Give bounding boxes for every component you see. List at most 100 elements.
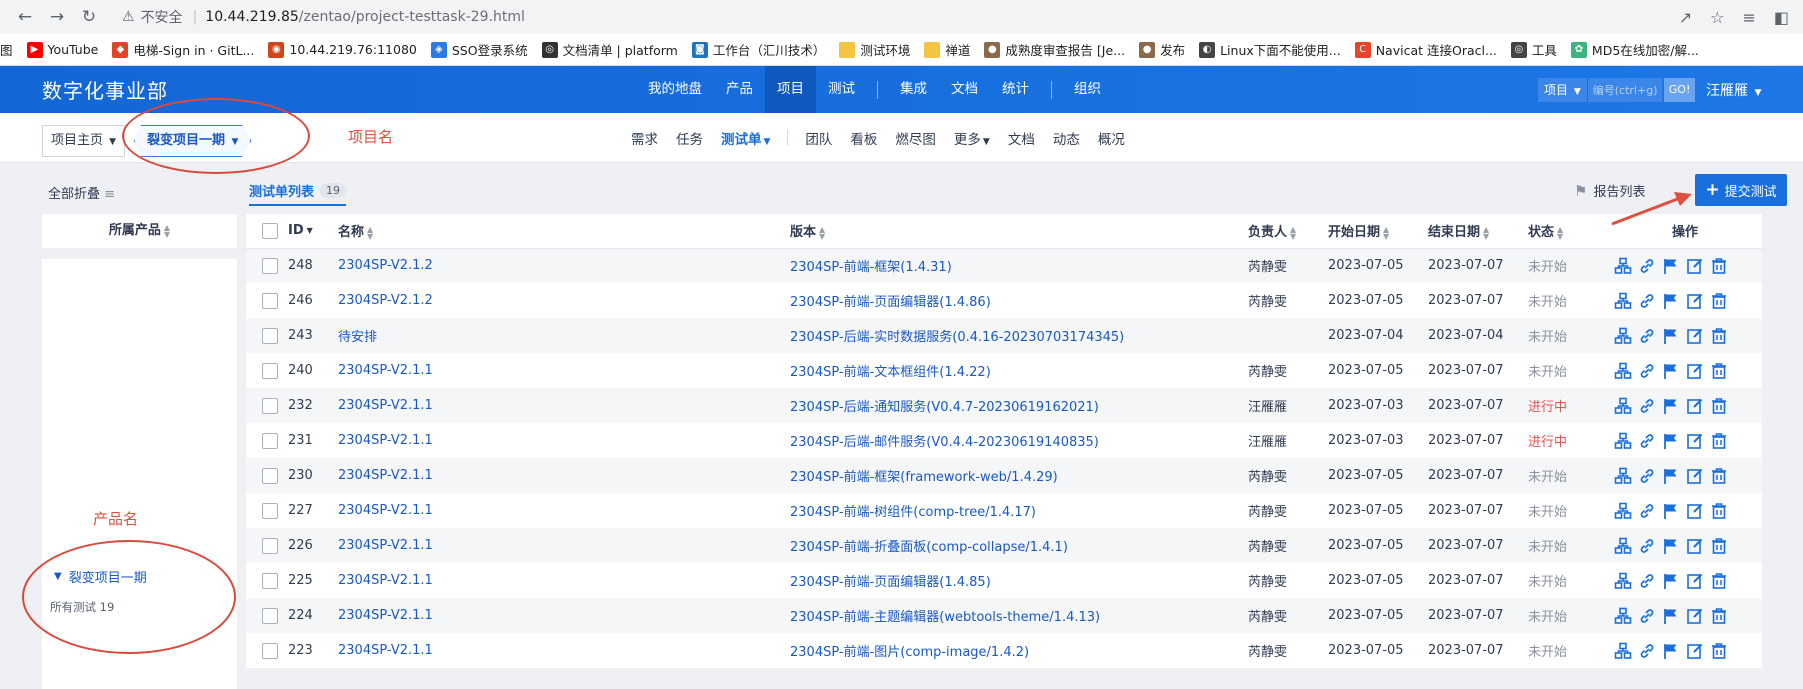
user-menu[interactable]: 汪雁雁 ▼: [1706, 80, 1761, 100]
link-icon[interactable]: [1638, 397, 1656, 415]
testtask-name-link[interactable]: 2304SP-V2.1.1: [338, 608, 433, 623]
reading-list-icon[interactable]: ≡: [1742, 8, 1755, 27]
flag-icon[interactable]: [1662, 572, 1680, 590]
tree-icon[interactable]: [1614, 607, 1632, 625]
bookmark-item[interactable]: ◈ SSO登录系统: [430, 40, 528, 59]
sidebar-header[interactable]: 所属产品 ▲ ▼: [42, 214, 237, 248]
build-version-link[interactable]: 2304SP-前端-文本框组件(1.4.22): [790, 365, 991, 380]
build-version-link[interactable]: 2304SP-前端-树组件(comp-tree/1.4.17): [790, 505, 1036, 520]
table-row[interactable]: 248 2304SP-V2.1.2 2304SP-前端-框架(1.4.31) 芮静雯 2…: [246, 248, 1762, 283]
build-version-link[interactable]: 2304SP-后端-通知服务(V0.4.7-20230619162021): [790, 400, 1099, 415]
flag-icon[interactable]: [1662, 327, 1680, 345]
bookmark-item[interactable]: ◐ Linux下面不能使用...: [1199, 40, 1341, 59]
flag-icon[interactable]: [1662, 432, 1680, 450]
edit-icon[interactable]: [1686, 292, 1704, 310]
project-home-dropdown[interactable]: 项目主页 ▼: [42, 125, 126, 157]
reload-icon[interactable]: ↻: [76, 4, 102, 30]
project-nav-item[interactable]: 燃尽图: [886, 128, 945, 148]
project-nav-item[interactable]: 文档: [999, 128, 1044, 148]
bookmark-item[interactable]: 测试环境: [839, 40, 910, 59]
sidebar-icon[interactable]: ◧: [1774, 8, 1789, 27]
link-icon[interactable]: [1638, 502, 1656, 520]
link-icon[interactable]: [1638, 642, 1656, 660]
link-icon[interactable]: [1638, 292, 1656, 310]
flag-icon[interactable]: [1662, 292, 1680, 310]
build-version-link[interactable]: 2304SP-前端-折叠面板(comp-collapse/1.4.1): [790, 540, 1068, 555]
flag-icon[interactable]: [1662, 642, 1680, 660]
testtask-name-link[interactable]: 2304SP-V2.1.1: [338, 363, 433, 378]
bookmark-item[interactable]: ◎ 文档清单 | platform: [541, 40, 678, 59]
main-nav-item[interactable]: 文档: [939, 66, 990, 113]
share-icon[interactable]: ↗: [1679, 8, 1692, 27]
table-row[interactable]: 225 2304SP-V2.1.1 2304SP-前端-页面编辑器(1.4.85) 芮…: [246, 563, 1762, 598]
bookmark-item[interactable]: ◆ 电梯-Sign in · GitL...: [112, 40, 254, 59]
testtask-name-link[interactable]: 2304SP-V2.1.1: [338, 538, 433, 553]
table-row[interactable]: 230 2304SP-V2.1.1 2304SP-前端-框架(framework-w…: [246, 458, 1762, 493]
row-checkbox[interactable]: [262, 432, 278, 449]
tree-icon[interactable]: [1614, 292, 1632, 310]
bookmark-item[interactable]: 禅道: [924, 40, 970, 59]
trash-icon[interactable]: [1710, 257, 1728, 275]
search-input[interactable]: [1587, 78, 1662, 102]
project-nav-item[interactable]: 动态: [1044, 128, 1089, 148]
row-checkbox[interactable]: [262, 292, 278, 309]
main-nav-item[interactable]: 集成: [888, 66, 939, 113]
table-row[interactable]: 232 2304SP-V2.1.1 2304SP-后端-通知服务(V0.4.7-20…: [246, 388, 1762, 423]
flag-icon[interactable]: [1662, 607, 1680, 625]
project-nav-item[interactable]: 需求: [622, 128, 667, 148]
project-nav-item[interactable]: 任务: [667, 128, 712, 148]
link-icon[interactable]: [1638, 362, 1656, 380]
trash-icon[interactable]: [1710, 467, 1728, 485]
row-checkbox[interactable]: [262, 607, 278, 624]
edit-icon[interactable]: [1686, 432, 1704, 450]
submit-test-button[interactable]: + 提交测试: [1695, 174, 1787, 206]
tree-icon[interactable]: [1614, 362, 1632, 380]
link-icon[interactable]: [1638, 432, 1656, 450]
col-name[interactable]: 名称 ▲ ▼: [334, 214, 790, 249]
back-icon[interactable]: ←: [12, 4, 38, 30]
build-version-link[interactable]: 2304SP-前端-主题编辑器(webtools-theme/1.4.13): [790, 610, 1100, 625]
bookmark-item[interactable]: ● 发布: [1139, 40, 1185, 59]
trash-icon[interactable]: [1710, 502, 1728, 520]
row-checkbox[interactable]: [262, 502, 278, 519]
bookmark-item[interactable]: ✿ MD5在线加密/解...: [1570, 40, 1699, 59]
row-checkbox[interactable]: [262, 397, 278, 414]
main-nav-item[interactable]: 产品: [714, 66, 765, 113]
table-row[interactable]: 240 2304SP-V2.1.1 2304SP-前端-文本框组件(1.4.22) 芮…: [246, 353, 1762, 388]
tree-icon[interactable]: [1614, 642, 1632, 660]
link-icon[interactable]: [1638, 467, 1656, 485]
table-row[interactable]: 231 2304SP-V2.1.1 2304SP-后端-邮件服务(V0.4.4-20…: [246, 423, 1762, 458]
build-version-link[interactable]: 2304SP-前端-页面编辑器(1.4.85): [790, 575, 991, 590]
edit-icon[interactable]: [1686, 362, 1704, 380]
testtask-name-link[interactable]: 待安排: [338, 330, 377, 345]
build-version-link[interactable]: 2304SP-后端-实时数据服务(0.4.16-20230703174345): [790, 330, 1124, 345]
edit-icon[interactable]: [1686, 572, 1704, 590]
bookmark-item[interactable]: ● 成熟度审查报告 [Je...: [984, 40, 1125, 59]
testtask-name-link[interactable]: 2304SP-V2.1.1: [338, 398, 433, 413]
url-field[interactable]: ⚠ 不安全 | 10.44.219.85 /zentao/project-tes…: [112, 3, 535, 31]
link-icon[interactable]: [1638, 257, 1656, 275]
col-start[interactable]: 开始日期 ▲ ▼: [1328, 214, 1428, 249]
bookmark-item[interactable]: ◉ 10.44.219.76:11080: [268, 41, 417, 58]
trash-icon[interactable]: [1710, 292, 1728, 310]
testtask-name-link[interactable]: 2304SP-V2.1.1: [338, 468, 433, 483]
trash-icon[interactable]: [1710, 362, 1728, 380]
edit-icon[interactable]: [1686, 642, 1704, 660]
link-icon[interactable]: [1638, 572, 1656, 590]
link-icon[interactable]: [1638, 327, 1656, 345]
col-id[interactable]: ID ▼: [288, 214, 334, 249]
row-checkbox[interactable]: [262, 257, 278, 274]
search-scope-select[interactable]: 项目 ▼: [1538, 78, 1588, 102]
build-version-link[interactable]: 2304SP-前端-框架(1.4.31): [790, 260, 952, 275]
edit-icon[interactable]: [1686, 467, 1704, 485]
table-row[interactable]: 223 2304SP-V2.1.1 2304SP-前端-图片(comp-image/…: [246, 633, 1762, 668]
tree-icon[interactable]: [1614, 432, 1632, 450]
table-row[interactable]: 224 2304SP-V2.1.1 2304SP-前端-主题编辑器(webtools…: [246, 598, 1762, 633]
testtask-name-link[interactable]: 2304SP-V2.1.2: [338, 258, 433, 273]
flag-icon[interactable]: [1662, 362, 1680, 380]
edit-icon[interactable]: [1686, 607, 1704, 625]
tree-icon[interactable]: [1614, 572, 1632, 590]
tab-testtask-list[interactable]: 测试单列表 19: [249, 181, 347, 206]
main-nav-item[interactable]: 统计: [990, 66, 1041, 113]
flag-icon[interactable]: [1662, 467, 1680, 485]
